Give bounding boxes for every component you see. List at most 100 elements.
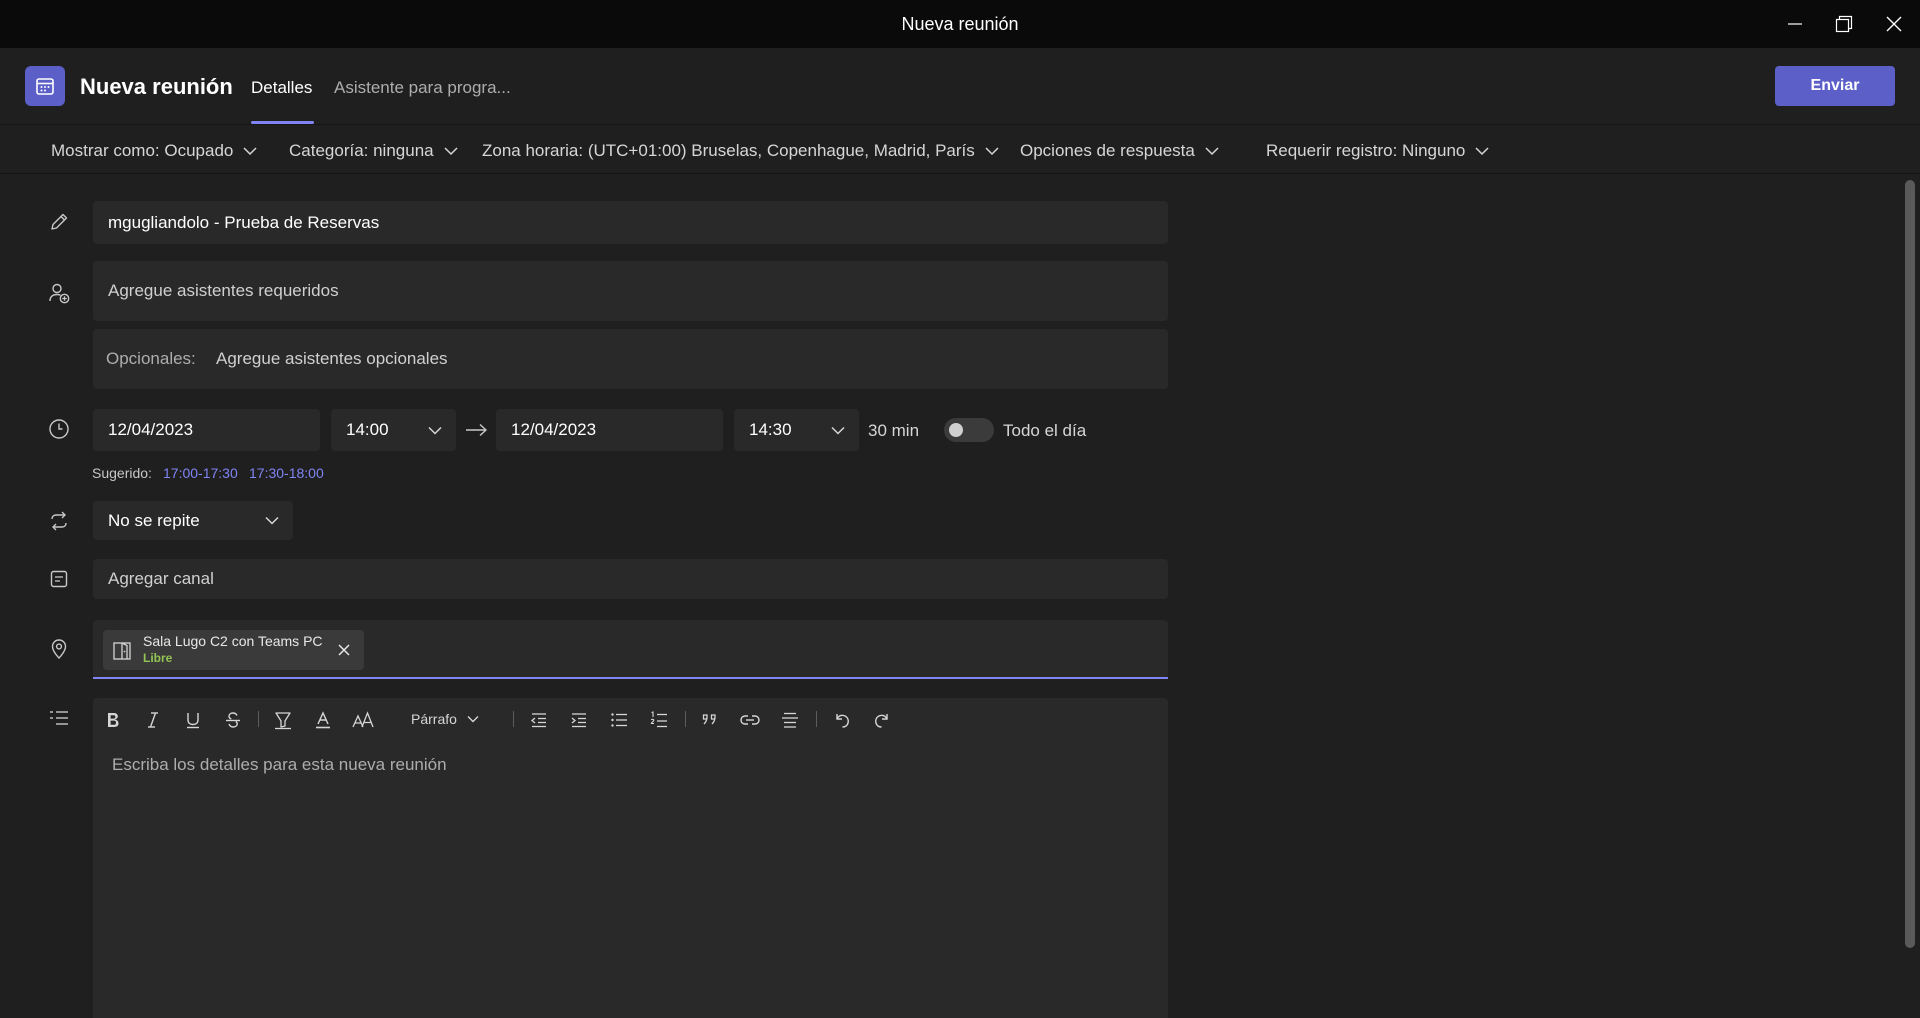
strikethrough-icon xyxy=(226,712,240,728)
start-date-value: 12/04/2023 xyxy=(108,420,194,439)
end-date-value: 12/04/2023 xyxy=(511,420,597,439)
horizontal-rule-icon xyxy=(782,712,798,728)
end-date-input[interactable]: 12/04/2023 xyxy=(496,409,723,451)
restore-button[interactable] xyxy=(1830,10,1858,38)
close-icon xyxy=(1886,16,1902,32)
add-person-icon xyxy=(47,281,71,305)
font-color-icon xyxy=(316,711,330,729)
chevron-down-icon xyxy=(265,516,279,525)
highlight-button[interactable] xyxy=(269,706,297,734)
toolbar-separator xyxy=(258,711,259,727)
font-size-icon xyxy=(352,711,374,728)
chevron-down-icon xyxy=(444,147,458,156)
chevron-down-icon xyxy=(467,716,479,723)
font-size-button[interactable] xyxy=(349,706,377,734)
bulleted-list-icon xyxy=(611,713,627,727)
room-chip[interactable]: Sala Lugo C2 con Teams PC Libre xyxy=(103,630,364,670)
bold-icon xyxy=(108,713,119,727)
registration-label: Requerir registro: Ninguno xyxy=(1266,141,1466,160)
close-window-button[interactable] xyxy=(1880,10,1908,38)
underline-icon xyxy=(187,713,199,729)
restore-icon xyxy=(1835,15,1853,33)
location-pin-icon xyxy=(47,637,71,661)
timezone-dropdown[interactable]: Zona horaria: (UTC+01:00) Bruselas, Cope… xyxy=(482,141,1000,161)
show-as-label: Mostrar como: Ocupado xyxy=(51,141,234,160)
chevron-down-icon xyxy=(428,426,442,435)
response-options-dropdown[interactable]: Opciones de respuesta xyxy=(1020,141,1220,161)
insert-link-button[interactable] xyxy=(736,706,764,734)
arrow-right-icon xyxy=(465,422,489,438)
toggle-knob xyxy=(949,423,963,437)
bulleted-list-button[interactable] xyxy=(605,706,633,734)
clock-icon xyxy=(47,417,71,441)
page-title: Nueva reunión xyxy=(80,74,233,99)
suggested-time-link[interactable]: 17:00-17:30 xyxy=(163,465,238,481)
send-button[interactable]: Enviar xyxy=(1775,66,1895,106)
start-date-input[interactable]: 12/04/2023 xyxy=(93,409,320,451)
horizontal-rule-button[interactable] xyxy=(776,706,804,734)
response-options-label: Opciones de respuesta xyxy=(1020,141,1195,160)
tab-details[interactable]: Detalles xyxy=(251,78,312,98)
channel-placeholder: Agregar canal xyxy=(108,569,214,588)
chevron-down-icon xyxy=(985,147,999,156)
decrease-indent-button[interactable] xyxy=(525,706,553,734)
increase-indent-icon xyxy=(571,713,586,728)
italic-icon xyxy=(148,712,158,728)
minimize-icon xyxy=(1788,23,1802,25)
bold-button[interactable] xyxy=(99,706,127,734)
start-time-value: 14:00 xyxy=(346,420,389,439)
highlighter-icon xyxy=(275,712,291,730)
all-day-toggle[interactable] xyxy=(944,418,994,442)
strikethrough-button[interactable] xyxy=(219,706,247,734)
details-list-icon xyxy=(47,706,71,730)
numbered-list-button[interactable] xyxy=(645,706,673,734)
suggested-time-link[interactable]: 17:30-18:00 xyxy=(249,465,324,481)
font-color-button[interactable] xyxy=(309,706,337,734)
paragraph-style-dropdown[interactable]: Párrafo xyxy=(411,711,479,727)
all-day-label: Todo el día xyxy=(1003,421,1087,440)
timezone-label: Zona horaria: (UTC+01:00) Bruselas, Cope… xyxy=(482,141,975,160)
optional-attendees-placeholder: Agregue asistentes opcionales xyxy=(216,349,448,368)
details-editor[interactable] xyxy=(93,698,1168,1018)
category-dropdown[interactable]: Categoría: ninguna xyxy=(289,141,459,161)
toolbar-separator xyxy=(816,711,817,727)
start-time-select[interactable]: 14:00 xyxy=(331,409,456,451)
chevron-down-icon xyxy=(1475,147,1489,156)
window-titlebar: Nueva reunión xyxy=(0,0,1920,48)
end-time-select[interactable]: 14:30 xyxy=(734,409,859,451)
window-title: Nueva reunión xyxy=(901,14,1019,34)
close-icon xyxy=(338,644,350,656)
tab-scheduling-assistant[interactable]: Asistente para progra... xyxy=(334,78,511,98)
channel-input[interactable]: Agregar canal xyxy=(93,559,1168,599)
room-status: Libre xyxy=(143,651,173,665)
registration-dropdown[interactable]: Requerir registro: Ninguno xyxy=(1266,141,1490,161)
optional-label: Opcionales: xyxy=(106,349,196,368)
room-door-icon xyxy=(112,641,132,661)
category-label: Categoría: ninguna xyxy=(289,141,434,160)
chevron-down-icon xyxy=(243,147,257,156)
underline-button[interactable] xyxy=(179,706,207,734)
toolbar-separator xyxy=(685,711,686,727)
calendar-icon xyxy=(25,66,65,106)
redo-button[interactable] xyxy=(868,706,896,734)
meeting-title-value: mgugliandolo - Prueba de Reservas xyxy=(108,212,380,232)
channel-icon xyxy=(47,567,71,591)
decrease-indent-icon xyxy=(530,713,546,728)
chevron-down-icon xyxy=(831,426,845,435)
optional-attendees-input[interactable]: Opcionales: Agregue asistentes opcionale… xyxy=(93,329,1168,389)
undo-button[interactable] xyxy=(828,706,856,734)
quote-button[interactable] xyxy=(696,706,724,734)
increase-indent-button[interactable] xyxy=(565,706,593,734)
end-time-value: 14:30 xyxy=(749,420,792,439)
minimize-button[interactable] xyxy=(1781,10,1809,38)
italic-button[interactable] xyxy=(139,706,167,734)
meeting-title-input[interactable]: mgugliandolo - Prueba de Reservas xyxy=(93,201,1168,244)
required-attendees-input[interactable]: Agregue asistentes requeridos xyxy=(93,261,1168,321)
repeat-select[interactable]: No se repite xyxy=(93,501,293,540)
show-as-dropdown[interactable]: Mostrar como: Ocupado xyxy=(51,141,258,161)
suggested-label: Sugerido: xyxy=(92,465,152,481)
edit-pencil-icon xyxy=(47,210,71,234)
quote-icon xyxy=(702,714,716,725)
remove-room-button[interactable] xyxy=(336,642,352,658)
scrollbar-thumb[interactable] xyxy=(1905,180,1915,948)
